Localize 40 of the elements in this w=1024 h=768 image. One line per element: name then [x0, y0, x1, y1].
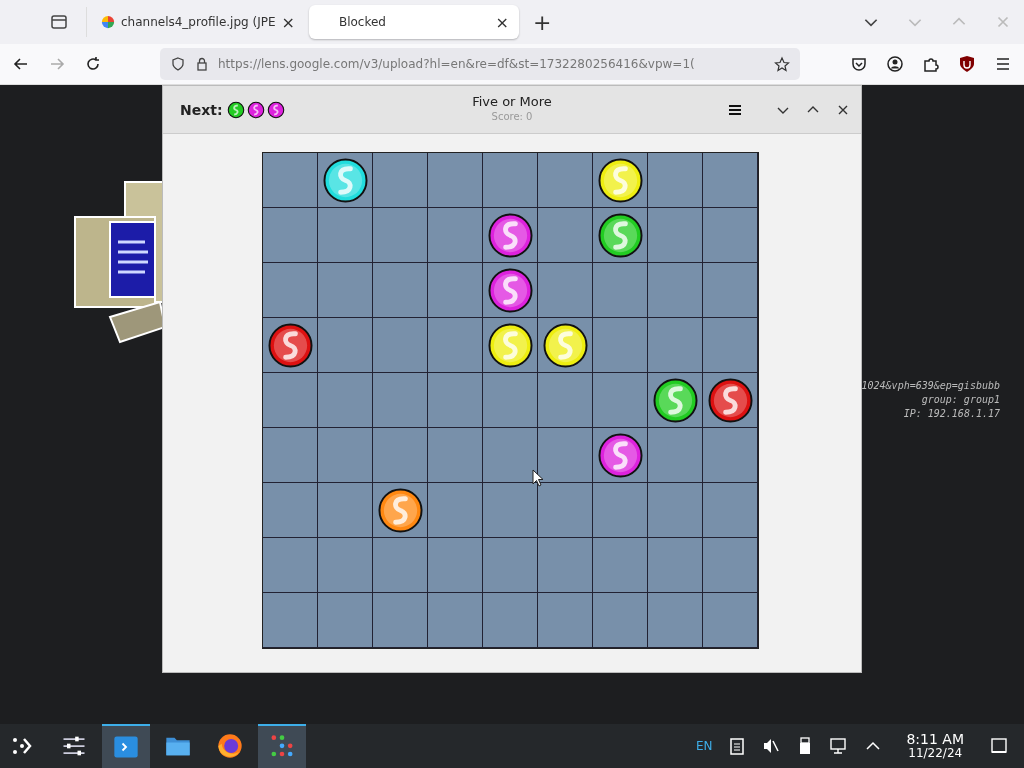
- ball[interactable]: [322, 158, 368, 203]
- next-label: Next:: [180, 101, 223, 118]
- browser-tab[interactable]: channels4_profile.jpg (JPE ×: [91, 5, 305, 39]
- tab-list-icon[interactable]: [50, 13, 68, 31]
- overlay-text: IP: 192.168.1.17: [903, 407, 1000, 421]
- ball[interactable]: [597, 433, 643, 478]
- shield-icon: [170, 56, 186, 72]
- clock-time[interactable]: 8:11 AM: [906, 732, 964, 746]
- puzzle-icon[interactable]: [922, 55, 940, 73]
- ball[interactable]: [487, 323, 533, 368]
- pinwheel-icon: [101, 15, 115, 29]
- address-bar[interactable]: https://lens.google.com/v3/upload?hl=en&re=df&st=1732280256416&vpw=1(: [160, 48, 800, 80]
- new-tab-button[interactable]: +: [522, 9, 562, 35]
- overlay-text: 1024&vph=639&ep=gisbubb: [861, 379, 1000, 393]
- show-desktop-icon[interactable]: [989, 736, 1009, 756]
- ball[interactable]: [487, 213, 533, 258]
- star-icon[interactable]: [774, 56, 790, 72]
- firefox-icon: [216, 732, 244, 760]
- ball[interactable]: [597, 213, 643, 258]
- ball[interactable]: [707, 378, 753, 423]
- clock-date[interactable]: 11/22/24: [908, 746, 963, 760]
- browser-tab[interactable]: Blocked ×: [308, 5, 519, 39]
- window-title: Five or More: [472, 94, 552, 109]
- lock-icon: [194, 56, 210, 72]
- ball[interactable]: [652, 378, 698, 423]
- url-text: https://lens.google.com/v3/upload?hl=en&re=df&st=1732280256416&vpw=1(: [218, 57, 696, 71]
- reload-icon[interactable]: [84, 55, 102, 73]
- account-icon[interactable]: [886, 55, 904, 73]
- shield-icon[interactable]: [958, 55, 976, 73]
- language-indicator[interactable]: EN: [695, 739, 713, 753]
- ball[interactable]: [542, 323, 588, 368]
- ball[interactable]: [487, 268, 533, 313]
- ball[interactable]: [377, 488, 423, 533]
- ball[interactable]: [267, 323, 313, 368]
- mouse-pointer-icon: [532, 469, 544, 487]
- pocket-icon[interactable]: [850, 55, 868, 73]
- overlay-text: group: group1: [921, 393, 1000, 407]
- menu-icon[interactable]: [994, 55, 1012, 73]
- ball[interactable]: [597, 158, 643, 203]
- score-text: Score: 0: [491, 111, 533, 122]
